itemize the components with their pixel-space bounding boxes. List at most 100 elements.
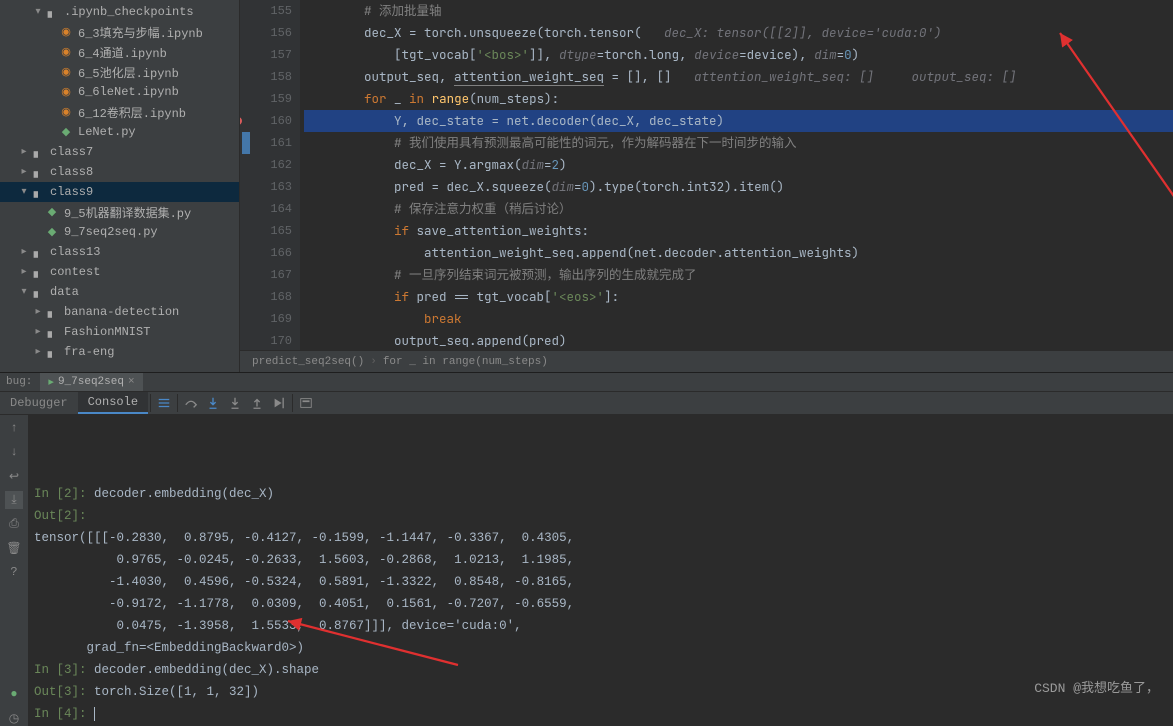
wrap-icon[interactable]: ↩ — [5, 467, 23, 485]
code-line[interactable]: # 一旦序列结束词元被预测，输出序列的生成就完成了 — [304, 264, 1173, 286]
code-line[interactable]: dec_X = torch.unsqueeze(torch.tensor( de… — [304, 22, 1173, 44]
console-line: In [3]: decoder.embedding(dec_X).shape — [34, 659, 1167, 681]
tree-label: banana-detection — [64, 305, 179, 319]
folder-icon: ▖ — [30, 144, 46, 160]
folder-icon: ▖ — [30, 284, 46, 300]
tree-label: class9 — [50, 185, 93, 199]
code-line[interactable]: dec_X = Y.argmax(dim=2) — [304, 154, 1173, 176]
tree-item[interactable]: ▾▖.ipynb_checkpoints — [0, 2, 239, 22]
code-line[interactable]: output_seq.append(pred) — [304, 330, 1173, 350]
step-into-icon[interactable] — [202, 392, 224, 414]
menu-icon[interactable] — [153, 392, 175, 414]
expand-icon[interactable] — [32, 227, 44, 238]
expand-icon[interactable] — [46, 47, 58, 58]
tree-item[interactable]: ◆LeNet.py — [0, 122, 239, 142]
code-line[interactable]: # 添加批量轴 — [304, 0, 1173, 22]
expand-icon[interactable] — [32, 207, 44, 218]
console-output[interactable]: In [2]: decoder.embedding(dec_X)Out[2]:t… — [28, 415, 1173, 726]
tree-item[interactable]: ▸▖ contest — [0, 262, 239, 282]
line-gutter[interactable]: 1551561571581591601611621631641651661671… — [240, 0, 300, 350]
code-line[interactable]: if pred == tgt_vocab['<eos>']: — [304, 286, 1173, 308]
code-line[interactable]: if save_attention_weights: — [304, 220, 1173, 242]
tab-debugger[interactable]: Debugger — [0, 392, 78, 414]
expand-icon[interactable]: ▸ — [18, 246, 30, 258]
step-over-icon[interactable] — [180, 392, 202, 414]
code-line[interactable]: # 我们使用具有预测最高可能性的词元，作为解码器在下一时间步的输入 — [304, 132, 1173, 154]
print-icon[interactable]: ⎙ — [5, 515, 23, 533]
expand-icon[interactable]: ▾ — [32, 6, 44, 18]
tree-item[interactable]: ◆9_7seq2seq.py — [0, 222, 239, 242]
expand-icon[interactable] — [46, 107, 58, 118]
step-into-my-icon[interactable] — [224, 392, 246, 414]
console-line: 0.0475, -1.3958, 1.5533, 0.8767]]], devi… — [34, 615, 1167, 637]
debug-file-tab[interactable]: ▸ 9_7seq2seq × — [40, 373, 142, 391]
console-line: grad_fn=<EmbeddingBackward0>) — [34, 637, 1167, 659]
expand-icon[interactable]: ▸ — [32, 346, 44, 358]
tree-item[interactable]: ◉6_12卷积层.ipynb — [0, 102, 239, 122]
tree-item[interactable]: ▾▖ data — [0, 282, 239, 302]
python-console-icon[interactable]: ● — [5, 685, 23, 703]
expand-icon[interactable]: ▸ — [18, 146, 30, 158]
console-line: Out[3]: torch.Size([1, 1, 32]) — [34, 681, 1167, 703]
tree-label: contest — [50, 265, 100, 279]
code-line[interactable]: break — [304, 308, 1173, 330]
tree-item[interactable]: ▸▖class7 — [0, 142, 239, 162]
scroll-end-icon[interactable]: ⤓ — [5, 491, 23, 509]
tree-item[interactable]: ◉6_4通道.ipynb — [0, 42, 239, 62]
folder-icon: ▖ — [44, 324, 60, 340]
tree-label: 6_6leNet.ipynb — [78, 85, 179, 99]
expand-icon[interactable] — [46, 67, 58, 78]
up-icon[interactable]: ↑ — [5, 419, 23, 437]
code-editor[interactable]: 1551561571581591601611621631641651661671… — [240, 0, 1173, 372]
tree-item[interactable]: ▸▖class8 — [0, 162, 239, 182]
code-line[interactable]: # 保存注意力权重（稍后讨论） — [304, 198, 1173, 220]
breadcrumb[interactable]: predict_seq2seq() › for _ in range(num_s… — [240, 350, 1173, 372]
expand-icon[interactable]: ▾ — [18, 186, 30, 198]
code-line[interactable]: Y, dec_state = net.decoder(dec_X, dec_st… — [304, 110, 1173, 132]
code-line[interactable]: [tgt_vocab['<bos>']], dtype=torch.long, … — [304, 44, 1173, 66]
tree-item[interactable]: ◉6_3填充与步幅.ipynb — [0, 22, 239, 42]
close-icon[interactable]: × — [128, 376, 135, 388]
step-out-icon[interactable] — [246, 392, 268, 414]
code-line[interactable]: for _ in range(num_steps): — [304, 88, 1173, 110]
console-line: -0.9172, -1.1778, 0.0309, 0.4051, 0.1561… — [34, 593, 1167, 615]
expand-icon[interactable]: ▾ — [18, 286, 30, 298]
expand-icon[interactable]: ▸ — [18, 266, 30, 278]
python-icon: ◆ — [44, 204, 60, 220]
tree-item[interactable]: ◉6_5池化层.ipynb — [0, 62, 239, 82]
history-icon[interactable]: ◷ — [5, 709, 23, 726]
tree-item[interactable]: ▸▖banana-detection — [0, 302, 239, 322]
tab-console[interactable]: Console — [78, 392, 148, 414]
tree-item[interactable]: ▸▖class13 — [0, 242, 239, 262]
help-icon[interactable]: ? — [5, 563, 23, 581]
tree-item[interactable]: ▾▖class9 — [0, 182, 239, 202]
tree-label: LeNet.py — [78, 125, 136, 139]
crumb-0[interactable]: predict_seq2seq() — [252, 356, 364, 368]
expand-icon[interactable] — [46, 127, 58, 138]
python-icon: ◆ — [44, 224, 60, 240]
expand-icon[interactable] — [46, 87, 58, 98]
expand-icon[interactable]: ▸ — [32, 326, 44, 338]
tree-item[interactable]: ◆9_5机器翻译数据集.py — [0, 202, 239, 222]
tree-label: data — [50, 285, 79, 299]
code-line[interactable]: output_seq, attention_weight_seq = [], [… — [304, 66, 1173, 88]
down-icon[interactable]: ↓ — [5, 443, 23, 461]
folder-icon: ▖ — [30, 244, 46, 260]
jupyter-icon: ◉ — [58, 64, 74, 80]
tree-item[interactable]: ▸▖FashionMNIST — [0, 322, 239, 342]
breakpoint-icon[interactable] — [240, 117, 242, 125]
tree-item[interactable]: ◉6_6leNet.ipynb — [0, 82, 239, 102]
code-line[interactable]: attention_weight_seq.append(net.decoder.… — [304, 242, 1173, 264]
expand-icon[interactable]: ▸ — [18, 166, 30, 178]
folder-icon: ▖ — [30, 264, 46, 280]
folder-icon: ▖ — [30, 164, 46, 180]
expand-icon[interactable] — [46, 27, 58, 38]
expand-icon[interactable]: ▸ — [32, 306, 44, 318]
trash-icon[interactable]: 🗑 — [5, 539, 23, 557]
run-to-cursor-icon[interactable] — [268, 392, 290, 414]
crumb-1[interactable]: for _ in range(num_steps) — [383, 356, 548, 368]
project-tree[interactable]: ▾▖.ipynb_checkpoints ◉6_3填充与步幅.ipynb ◉6_… — [0, 0, 240, 372]
code-line[interactable]: pred = dec_X.squeeze(dim=0).type(torch.i… — [304, 176, 1173, 198]
evaluate-icon[interactable] — [295, 392, 317, 414]
tree-item[interactable]: ▸▖fra-eng — [0, 342, 239, 362]
